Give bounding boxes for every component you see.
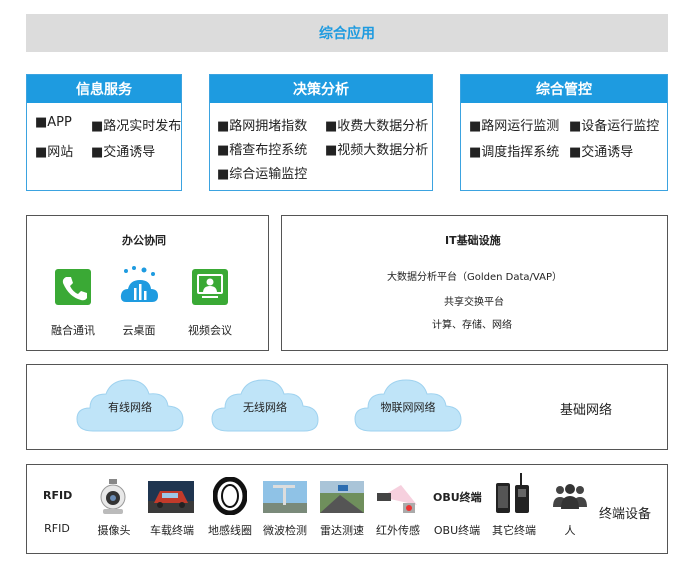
camera-icon [100, 479, 126, 514]
manage-item-dispatch: ■调度指挥系统 [469, 145, 560, 160]
panel-info-title: 信息服务 [27, 75, 181, 103]
device-label-obu: OBU终端 [433, 524, 481, 537]
decision-item-toll-bigdata: ■收费大数据分析 [325, 119, 429, 134]
device-label-infrared: 红外传感 [376, 524, 420, 537]
panel-integrated-control: 综合管控 ■路网运行监测 ■设备运行监控 ■调度指挥系统 ■交通诱导 [460, 74, 668, 191]
people-icon [553, 484, 587, 509]
panel-office-collaboration: 办公协同 融合通讯 云桌面 视频会议 [26, 215, 269, 351]
decision-item-congestion: ■路网拥堵指数 [217, 119, 308, 134]
network-label: 基础网络 [560, 403, 613, 418]
device-label-rfid: RFID [44, 522, 70, 535]
rfid-icon-text: RFID [43, 489, 73, 502]
manage-item-device-monitor: ■设备运行监控 [569, 119, 660, 134]
office-app-label-cloud: 云桌面 [122, 324, 156, 337]
top-title: 综合应用 [319, 26, 375, 42]
it-line-compute: 计算、存储、网络 [432, 320, 512, 331]
video-conference-icon [191, 268, 229, 306]
device-label-radar: 雷达测速 [320, 524, 364, 537]
radar-photo-icon [320, 481, 364, 513]
panel-base-network: 有线网络 无线网络 物联网网络 基础网络 [26, 364, 668, 450]
obu-icon-text: OBU终端 [433, 491, 482, 504]
device-label-other: 其它终端 [492, 524, 536, 537]
top-application-bar: 综合应用 [26, 14, 668, 52]
info-item-app: ■APP [35, 115, 72, 130]
manage-item-network-monitor: ■路网运行监测 [469, 119, 560, 134]
terminal-label: 终端设备 [599, 507, 652, 522]
panel-manage-title: 综合管控 [461, 75, 667, 103]
cloud-label-iot: 物联网网络 [380, 401, 436, 414]
device-label-microwave: 微波检测 [263, 524, 307, 537]
device-label-loop: 地感线圈 [208, 524, 252, 537]
phone-icon [54, 268, 92, 306]
it-line-bigdata: 大数据分析平台（Golden Data/VAP） [387, 272, 562, 283]
panel-info-service: 信息服务 ■APP ■路况实时发布 ■网站 ■交通诱导 [26, 74, 182, 191]
device-label-vehicle: 车载终端 [150, 524, 194, 537]
decision-item-transport-monitor: ■综合运输监控 [217, 167, 308, 182]
panel-it-infrastructure: IT基础设施 大数据分析平台（Golden Data/VAP） 共享交换平台 计… [281, 215, 668, 351]
info-item-website: ■网站 [35, 145, 74, 160]
phone-radio-icon [496, 473, 529, 513]
decision-item-video-bigdata: ■视频大数据分析 [325, 143, 429, 158]
cloud-label-wireless: 无线网络 [243, 401, 287, 414]
panel-terminal-devices: RFID RFID 摄像头 车载终端 地感线圈 微波检测 雷达测速 红外传感 O… [26, 464, 668, 554]
cloud-desktop-icon [120, 266, 160, 306]
manage-item-traffic-guide: ■交通诱导 [569, 145, 634, 160]
it-title: IT基础设施 [445, 234, 501, 247]
device-label-people: 人 [564, 524, 576, 537]
vehicle-photo-icon [148, 481, 194, 513]
loop-coil-icon [213, 477, 247, 515]
office-title: 办公协同 [122, 234, 166, 247]
decision-item-inspection: ■稽查布控系统 [217, 143, 308, 158]
info-item-road-release: ■路况实时发布 [91, 119, 182, 134]
infrared-icon [377, 485, 417, 513]
device-label-camera: 摄像头 [97, 524, 131, 537]
info-item-traffic-guide: ■交通诱导 [91, 145, 156, 160]
office-app-label-phone: 融合通讯 [51, 324, 95, 337]
office-app-label-video: 视频会议 [188, 324, 232, 337]
panel-decision-title: 决策分析 [210, 75, 432, 103]
cloud-label-wired: 有线网络 [108, 401, 152, 414]
it-line-exchange: 共享交换平台 [444, 297, 504, 308]
microwave-photo-icon [263, 481, 307, 513]
panel-decision-analysis: 决策分析 ■路网拥堵指数 ■收费大数据分析 ■稽查布控系统 ■视频大数据分析 ■… [209, 74, 433, 191]
